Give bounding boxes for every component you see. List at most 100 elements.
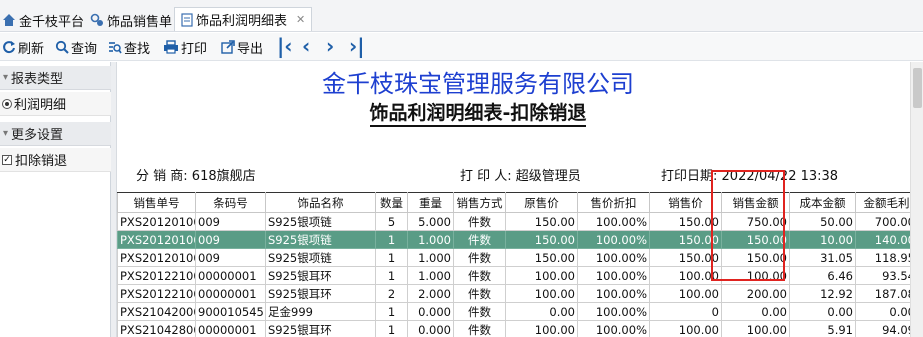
refresh-button[interactable]: 刷新 [2, 37, 44, 57]
column-header[interactable]: 饰品名称 [265, 192, 376, 213]
report-type-profit-detail[interactable]: 利润明细 [0, 92, 111, 116]
table-cell: 31.05 [789, 248, 856, 267]
toolbar: 刷新 查询 查找 打印 导出 |‹ ‹ › ›| [0, 33, 923, 61]
print-label: 打印 [181, 41, 208, 57]
table-cell: 1 [375, 230, 408, 249]
column-header[interactable]: 销售单号 [117, 192, 196, 213]
column-header[interactable]: 原售价 [505, 192, 578, 213]
report-icon [181, 12, 193, 27]
report-title-text: 饰品利润明细表-扣除销退 [369, 102, 587, 127]
table-cell: 0.00 [855, 302, 918, 321]
table-cell: 50.00 [789, 212, 856, 231]
tab-platform[interactable]: 金千枝平台 [2, 8, 84, 32]
printer-info: 打 印 人: 超级管理员 [460, 165, 581, 184]
report-type-header-label: 报表类型 [11, 72, 64, 87]
table-row[interactable]: PXS201201004009S925银项链11.000件数150.00100.… [117, 248, 918, 267]
table-row[interactable]: PXS210420002900010545足金99910.000件数0.0010… [117, 302, 918, 321]
table-cell: 1.000 [407, 266, 454, 285]
more-settings-header[interactable]: ▾ 更多设置 [0, 122, 111, 146]
column-header[interactable]: 销售方式 [453, 192, 506, 213]
table-cell: 0.00 [721, 302, 790, 321]
column-header[interactable]: 条码号 [195, 192, 266, 213]
table-cell: 94.09 [855, 320, 918, 337]
column-header[interactable]: 成本金额 [789, 192, 856, 213]
collapse-icon: ▾ [3, 128, 9, 139]
table-cell: 118.95 [855, 248, 918, 267]
radio-icon [2, 98, 12, 109]
print-date-info: 打印日期: 2022/04/22 13:38 [661, 165, 838, 184]
table-cell: 00000001 [195, 320, 266, 337]
table-cell: 150.00 [505, 212, 578, 231]
tab-bar: 金千枝平台 饰品销售单 饰品利润明细表 ✕ [0, 0, 923, 32]
table-cell: 5 [375, 212, 408, 231]
table-cell: 100.00 [505, 320, 578, 337]
table-cell: S925银耳环 [265, 266, 376, 285]
vertical-scrollbar[interactable] [910, 62, 923, 337]
table-row[interactable]: PXS201201003009S925银项链11.000件数150.00100.… [117, 230, 918, 249]
table-cell: PXS201201003 [117, 230, 196, 249]
more-settings-header-label: 更多设置 [11, 128, 64, 143]
table-cell: 件数 [453, 302, 506, 321]
table-cell: 1 [375, 266, 408, 285]
column-header[interactable]: 数量 [375, 192, 408, 213]
table-cell: 100.00% [577, 212, 650, 231]
table-row[interactable]: PXS20122100200000001S925银耳环11.000件数100.0… [117, 266, 918, 285]
table-cell: 100.00% [577, 320, 650, 337]
table-cell: 100.00 [721, 320, 790, 337]
table-cell: 100.00% [577, 230, 650, 249]
table-cell: 1 [375, 248, 408, 267]
deduct-returns-label: 扣除销退 [15, 154, 68, 169]
table-cell: 2.000 [407, 284, 454, 303]
table-cell: 900010545 [195, 302, 266, 321]
table-cell: 足金999 [265, 302, 376, 321]
column-header[interactable]: 售价折扣 [577, 192, 650, 213]
table-cell: 0.000 [407, 302, 454, 321]
previous-page-icon[interactable]: ‹ [302, 36, 310, 56]
table-cell: 1 [375, 302, 408, 321]
table-cell: 150.00 [649, 212, 722, 231]
tab-sales-order[interactable]: 饰品销售单 [90, 8, 172, 32]
table-cell: PXS210420002 [117, 302, 196, 321]
table-row[interactable]: PXS20122100300000001S925银耳环22.000件数100.0… [117, 284, 918, 303]
table-row[interactable]: PXS21042800100000001S925银耳环10.000件数100.0… [117, 320, 918, 337]
first-page-icon[interactable]: |‹ [277, 36, 293, 56]
find-button[interactable]: 查找 [108, 37, 150, 57]
table-cell: S925银耳环 [265, 320, 376, 337]
collapse-icon: ▾ [3, 72, 9, 83]
printer-label: 打 印 人: [460, 169, 512, 184]
column-header[interactable]: 金额毛利 [855, 192, 918, 213]
report-area: 金千枝珠宝管理服务有限公司 饰品利润明细表-扣除销退 分 销 商: 618旗舰店… [117, 62, 923, 337]
column-header[interactable]: 销售价 [649, 192, 722, 213]
query-button[interactable]: 查询 [55, 37, 97, 57]
deduct-returns-option[interactable]: ✓ 扣除销退 [0, 148, 111, 172]
table-cell: 150.00 [505, 230, 578, 249]
table-cell: 1.000 [407, 248, 454, 267]
export-button[interactable]: 导出 [221, 37, 263, 57]
report-type-item-label: 利润明细 [14, 98, 67, 113]
last-page-icon[interactable]: ›| [349, 36, 365, 56]
table-cell: 187.08 [855, 284, 918, 303]
refresh-icon [2, 40, 16, 54]
close-icon[interactable]: ✕ [296, 13, 305, 26]
print-date-label: 打印日期: [661, 169, 718, 184]
table-cell: 150.00 [721, 248, 790, 267]
next-page-icon[interactable]: › [326, 36, 334, 56]
table-cell: 0 [649, 302, 722, 321]
column-header[interactable]: 销售金额 [721, 192, 790, 213]
table-cell: 150.00 [505, 248, 578, 267]
column-header[interactable]: 重量 [407, 192, 454, 213]
tab-label: 饰品利润明细表 [196, 14, 288, 29]
table-cell: PXS201221002 [117, 266, 196, 285]
table-cell: 140.00 [855, 230, 918, 249]
table-cell: 150.00 [649, 248, 722, 267]
tab-profit-report[interactable]: 饰品利润明细表 ✕ [174, 7, 313, 31]
table-row[interactable]: PXS201201002009S925银项链55.000件数150.00100.… [117, 212, 918, 231]
report-type-header[interactable]: ▾ 报表类型 [0, 66, 111, 90]
table-cell: 件数 [453, 266, 506, 285]
table-cell: 100.00 [721, 266, 790, 285]
print-button[interactable]: 打印 [163, 37, 207, 57]
scrollbar-thumb[interactable] [913, 68, 922, 108]
sidebar: ▾ 报表类型 利润明细 ▾ 更多设置 ✓ 扣除销退 [0, 62, 111, 337]
table-cell: 100.00 [649, 284, 722, 303]
table-cell: 009 [195, 230, 266, 249]
